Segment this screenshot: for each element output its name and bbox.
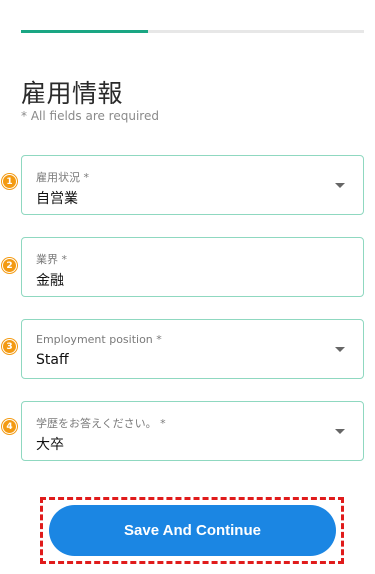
industry-input[interactable]: 業界 * 金融 <box>21 237 364 297</box>
step-badge-3: 3 <box>2 339 17 354</box>
field-label: 業界 * <box>36 253 67 266</box>
page-title: 雇用情報 <box>21 79 124 108</box>
dropdown-arrow-icon <box>335 429 345 434</box>
field-label: Employment position * <box>36 333 162 346</box>
required-fields-note: * All fields are required <box>21 109 159 123</box>
dropdown-arrow-icon <box>335 347 345 352</box>
field-value: 自営業 <box>36 191 78 207</box>
field-label: 雇用状況 * <box>36 171 89 184</box>
employment-info-page: 雇用情報 * All fields are required 1 雇用状況 * … <box>0 0 375 574</box>
progress-bar-fill <box>21 30 148 33</box>
progress-bar <box>21 30 364 33</box>
step-badge-4: 4 <box>2 419 17 434</box>
dropdown-arrow-icon <box>335 183 345 188</box>
step-badge-2: 2 <box>2 258 17 273</box>
field-label: 学歴をお答えください。 * <box>36 417 166 430</box>
field-value: 金融 <box>36 273 64 289</box>
employment-status-select[interactable]: 雇用状況 * 自営業 <box>21 155 364 215</box>
step-badge-1: 1 <box>2 174 17 189</box>
employment-position-select[interactable]: Employment position * Staff <box>21 319 364 379</box>
education-select[interactable]: 学歴をお答えください。 * 大卒 <box>21 401 364 461</box>
field-value: 大卒 <box>36 437 64 453</box>
field-value: Staff <box>36 352 69 368</box>
save-and-continue-button[interactable]: Save And Continue <box>49 505 336 556</box>
